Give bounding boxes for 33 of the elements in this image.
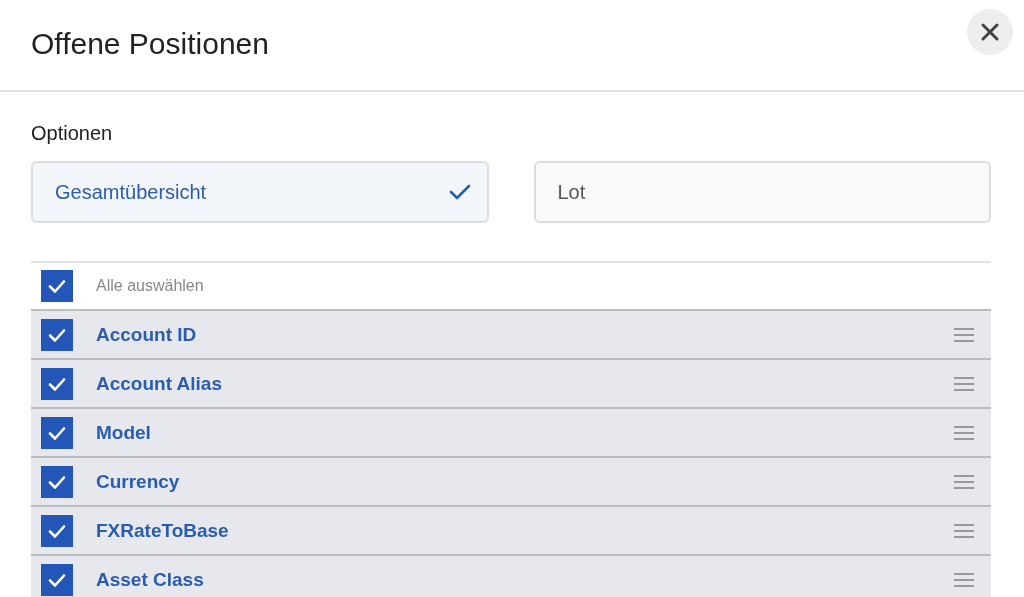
column-row[interactable]: Account ID <box>31 311 991 360</box>
column-label: FXRateToBase <box>96 519 230 542</box>
column-checkbox[interactable] <box>41 563 73 596</box>
drag-handle-icon[interactable] <box>954 375 974 392</box>
column-row[interactable]: Asset Class <box>31 556 991 597</box>
select-all-checkbox[interactable] <box>41 270 73 302</box>
column-label: Account ID <box>96 323 198 346</box>
drag-handle-icon[interactable] <box>954 522 974 539</box>
close-button[interactable] <box>967 9 1013 55</box>
column-row[interactable]: Account Alias <box>31 360 991 409</box>
column-checkbox[interactable] <box>41 367 73 400</box>
column-checkbox[interactable] <box>41 318 73 351</box>
option-button[interactable]: Gesamtübersicht <box>31 161 489 223</box>
drag-handle-icon[interactable] <box>954 571 974 588</box>
drag-handle-icon[interactable] <box>954 473 974 490</box>
column-checkbox[interactable] <box>41 465 73 498</box>
option-button[interactable]: Lot <box>533 161 991 223</box>
drag-handle-icon[interactable] <box>954 424 974 441</box>
column-label: Model <box>96 421 152 444</box>
column-row[interactable]: FXRateToBase <box>31 507 991 556</box>
column-row[interactable]: Currency <box>31 458 991 507</box>
dialog-title: Offene Positionen <box>31 27 269 61</box>
column-label: Currency <box>96 470 181 493</box>
select-all-label: Alle auswählen <box>96 277 205 295</box>
close-icon <box>981 23 999 41</box>
column-checkbox[interactable] <box>41 416 73 449</box>
column-checkbox[interactable] <box>41 514 73 547</box>
check-icon <box>448 183 471 201</box>
options-label: Optionen <box>31 122 113 145</box>
column-row[interactable]: Model <box>31 409 991 458</box>
column-label: Account Alias <box>96 372 223 395</box>
column-label: Asset Class <box>96 568 205 591</box>
drag-handle-icon[interactable] <box>954 326 974 343</box>
